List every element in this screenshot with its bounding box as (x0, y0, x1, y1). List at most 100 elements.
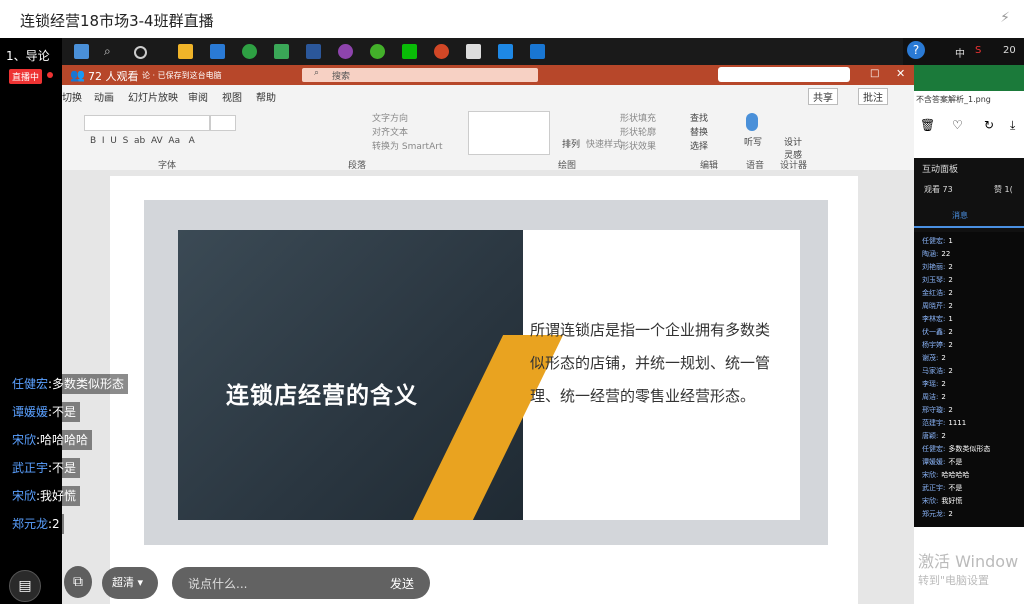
font-size-select[interactable] (210, 115, 236, 131)
font-name-select[interactable] (84, 115, 210, 131)
tab-messages[interactable]: 消息 (952, 210, 968, 221)
help-icon[interactable]: ? (907, 41, 925, 59)
board-message-text: 2 (948, 367, 953, 375)
sogou-toolbar[interactable] (718, 67, 850, 82)
viewers-count: 72 人观看 (88, 70, 139, 83)
board-message-row: 刘玉琴: 2 (922, 275, 953, 285)
chrome-icon[interactable] (370, 44, 385, 59)
slide-content: 连锁店经营的含义 所谓连锁店是指一个企业拥有多数类似形态的店铺，并统一规划、统一… (178, 230, 800, 520)
maximize-icon[interactable]: □ (870, 68, 879, 79)
select-button[interactable]: 选择 (690, 139, 708, 152)
app-icon[interactable] (338, 44, 353, 59)
text-direction-button[interactable]: 文字方向 (372, 111, 408, 124)
board-message-text: 2 (948, 406, 953, 414)
photos-icon[interactable] (466, 44, 481, 59)
format-buttons[interactable]: B I U S ab AV Aa A (90, 136, 195, 146)
align-text-button[interactable]: 对齐文本 (372, 125, 408, 138)
excel-header (914, 65, 1024, 91)
send-button[interactable]: 发送 (390, 575, 414, 592)
menu-slideshow[interactable]: 幻灯片放映 (128, 89, 178, 104)
board-message-author: 邢守璇: (922, 406, 946, 414)
board-message-text: 2 (948, 289, 953, 297)
board-message-author: 谭媛媛: (922, 458, 946, 466)
board-message-row: 宋欣: 哈哈哈哈 (922, 470, 969, 480)
board-message-row: 杨宇婷: 2 (922, 340, 953, 350)
comment-button[interactable]: 批注 (858, 88, 888, 105)
board-message-author: 刘玉琴: (922, 276, 946, 284)
lesson-title: 1、导论 (6, 49, 50, 63)
board-message-text: 1111 (948, 419, 967, 427)
file-actions: 🗑 ♡ ↻ ⤓ (914, 110, 1024, 140)
shape-effect-button[interactable]: 形状效果 (620, 139, 656, 152)
slide-body-text: 所谓连锁店是指一个企业拥有多数类似形态的店铺，并统一规划、统一管理、统一经营的零… (530, 321, 771, 405)
delete-icon[interactable]: 🗑 (920, 118, 935, 132)
shapes-gallery[interactable] (468, 111, 550, 155)
board-message-text: 2 (941, 393, 946, 401)
find-button[interactable]: 查找 (690, 111, 708, 124)
quick-style-button[interactable]: 快速样式 (586, 137, 622, 150)
arrange-button[interactable]: 排列 (562, 137, 580, 150)
microphone-icon[interactable] (746, 113, 758, 131)
board-message-author: 武正宇: (922, 484, 946, 492)
board-message-row: 宋欣: 我好慌 (922, 496, 962, 506)
replace-button[interactable]: 替换 (690, 125, 708, 138)
powerpoint-icon[interactable] (434, 44, 449, 59)
board-message-text: 2 (948, 341, 953, 349)
board-message-text: 2 (941, 354, 946, 362)
favorite-icon[interactable]: ♡ (952, 118, 963, 132)
file-explorer-icon[interactable] (178, 44, 193, 59)
board-message-row: 郑元龙: 2 (922, 509, 953, 519)
board-message-row: 任健宏: 多数类似形态 (922, 444, 990, 454)
notes-icon[interactable]: ▤ (9, 570, 41, 602)
board-message-text: 2 (948, 302, 953, 310)
shape-outline-button[interactable]: 形状轮廓 (620, 125, 656, 138)
clock-text: 20 (1003, 45, 1016, 56)
menu-animations[interactable]: 动画 (94, 89, 114, 104)
dictate-button[interactable]: 听写 (744, 135, 762, 148)
lightning-icon[interactable]: ⚡ (1000, 10, 1010, 26)
chat-author: 宋欣 (12, 489, 37, 503)
browser-icon[interactable] (242, 44, 257, 59)
sogou-icon[interactable]: S (975, 45, 981, 56)
board-message-author: 李瑶: (922, 380, 939, 388)
search-box[interactable]: ⌕ 搜索 (302, 68, 538, 82)
board-message-author: 刘艳丽: (922, 263, 946, 271)
word-icon[interactable] (306, 44, 321, 59)
cortana-icon[interactable] (134, 46, 147, 59)
menu-help[interactable]: 帮助 (256, 89, 276, 104)
board-message-author: 唐颖: (922, 432, 939, 440)
board-message-text: 不是 (948, 484, 963, 492)
board-message-row: 周晓芹: 2 (922, 301, 953, 311)
live-indicator-dot (47, 72, 53, 78)
calc-app-icon[interactable] (274, 44, 289, 59)
share-screen-icon[interactable]: ⧉ (64, 566, 92, 598)
share-button[interactable]: 共享 (808, 88, 838, 105)
quality-select[interactable]: 超清 ▾ (102, 567, 158, 599)
ime-indicator[interactable]: 中 (955, 45, 965, 60)
app2-icon[interactable] (498, 44, 513, 59)
board-message-author: 周晓芹: (922, 302, 946, 310)
mail-icon[interactable] (210, 44, 225, 59)
chat-input[interactable] (186, 574, 370, 594)
board-message-row: 李瑶: 2 (922, 379, 946, 389)
activate-windows-subtext: 转到"电脑设置 (918, 574, 990, 587)
shape-fill-button[interactable]: 形状填充 (620, 111, 656, 124)
rotate-icon[interactable]: ↻ (984, 118, 994, 132)
app3-icon[interactable] (530, 44, 545, 59)
chat-author: 任健宏 (12, 377, 49, 391)
download-icon[interactable]: ⤓ (1010, 118, 1015, 133)
board-message-row: 李林宏: 1 (922, 314, 953, 324)
windows-start-icon[interactable] (74, 44, 89, 59)
menu-review[interactable]: 审阅 (188, 89, 208, 104)
board-message-text: 2 (948, 328, 953, 336)
board-message-text: 2 (941, 380, 946, 388)
chat-author: 郑元龙 (12, 517, 49, 531)
quality-label: 超清 (112, 576, 134, 589)
wechat-icon[interactable] (402, 44, 417, 59)
board-message-row: 伏一鑫: 2 (922, 327, 953, 337)
menu-view[interactable]: 视图 (222, 89, 242, 104)
close-icon[interactable]: ✕ (896, 67, 905, 80)
smartart-button[interactable]: 转换为 SmartArt (372, 139, 442, 152)
search-icon[interactable]: ⌕ (104, 44, 119, 59)
menu-transitions[interactable]: 切换 (62, 89, 82, 104)
